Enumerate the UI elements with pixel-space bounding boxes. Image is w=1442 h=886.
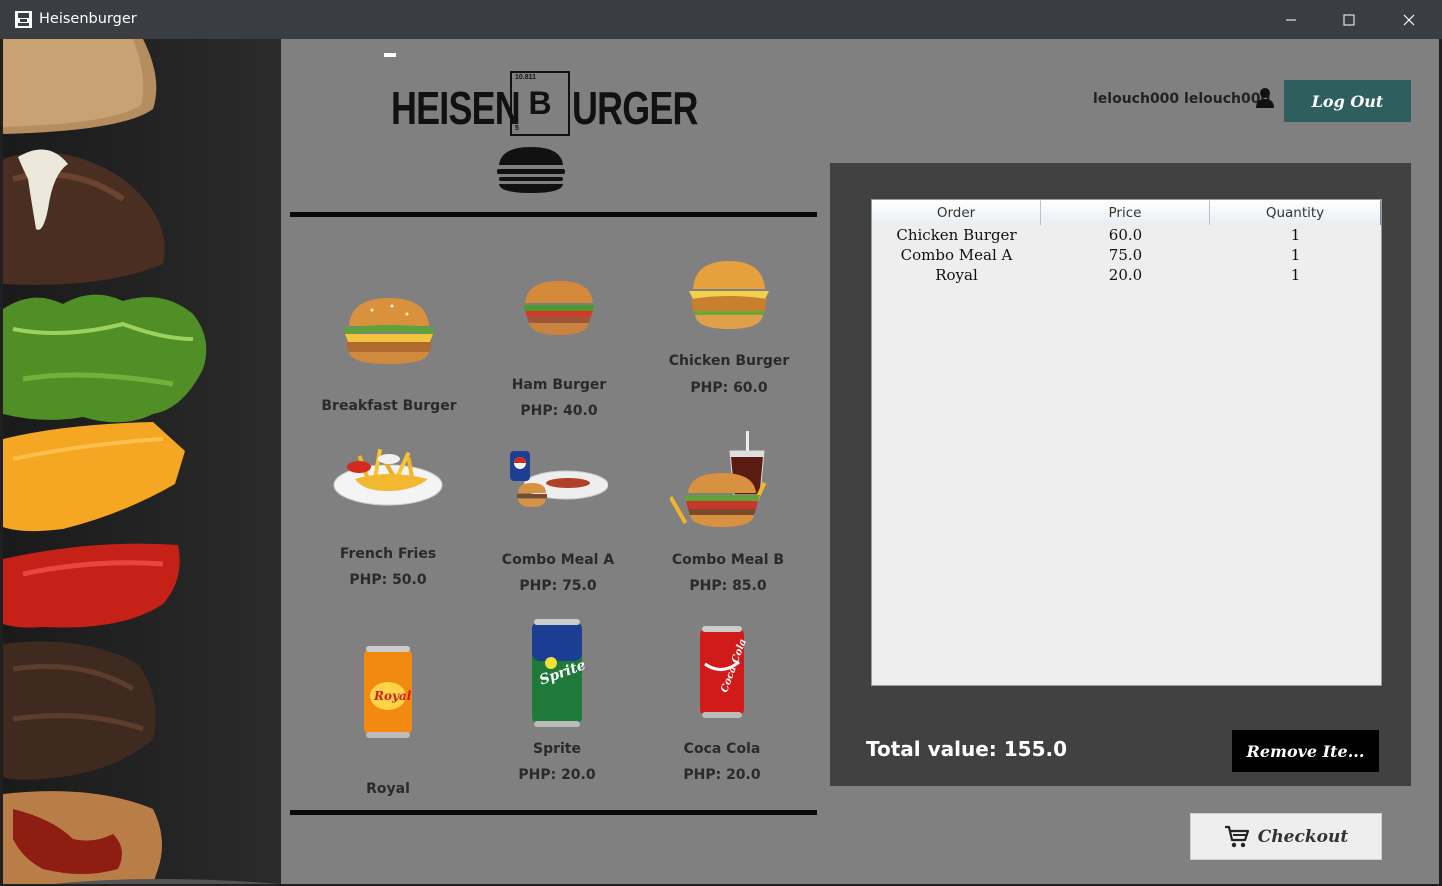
- cell-quantity: 1: [1290, 266, 1301, 284]
- maximize-icon: [1343, 14, 1355, 25]
- app-icon: [15, 11, 32, 28]
- logo-dash: [384, 53, 396, 57]
- order-table-header: Order Price Quantity: [872, 200, 1381, 225]
- chicken-burger-image: [689, 261, 769, 329]
- cell-quantity: 1: [1290, 226, 1301, 244]
- coca-cola-can-image: Coca-Cola: [700, 626, 747, 718]
- burger-icon: [497, 147, 565, 193]
- svg-text:Royal: Royal: [373, 689, 412, 703]
- ham-burger-image: [523, 281, 595, 335]
- cell-quantity: 1: [1290, 246, 1301, 264]
- menu-item-name: Coca Cola: [683, 741, 761, 757]
- logo-box-letter: B: [528, 85, 552, 121]
- logo-box-number: 10.811: [515, 74, 537, 81]
- checkout-button[interactable]: Checkout: [1190, 813, 1382, 860]
- title-bar: Heisenburger: [0, 0, 1442, 39]
- cell-order: Combo Meal A: [900, 246, 1013, 264]
- logo-text-left: HEISEN: [391, 82, 521, 134]
- total-value-label: Total value: 155.0: [866, 737, 1068, 761]
- menu-top-divider: [290, 212, 817, 217]
- minimize-button[interactable]: [1262, 0, 1320, 39]
- maximize-button[interactable]: [1320, 0, 1378, 39]
- logo-box-sub: 5: [515, 125, 519, 132]
- username-label: lelouch000 lelouch000: [1093, 91, 1271, 107]
- cell-order: Royal: [935, 266, 978, 284]
- order-table[interactable]: Order Price Quantity Chicken Burger 60.0…: [871, 199, 1382, 686]
- logo-element-box: 10.811 B 5: [510, 71, 570, 136]
- menu-item-name: Chicken Burger: [668, 353, 790, 369]
- user-icon: [1256, 88, 1274, 108]
- french-fries-image: [333, 448, 443, 506]
- burger-ingredients-image: [3, 39, 281, 884]
- minimize-icon: [1286, 19, 1296, 20]
- order-panel: Order Price Quantity Chicken Burger 60.0…: [830, 163, 1411, 786]
- breakfast-burger-image: [343, 298, 435, 364]
- table-row[interactable]: Chicken Burger 60.0 1: [872, 226, 1381, 246]
- cell-price: 75.0: [1108, 246, 1143, 264]
- menu-bottom-divider: [290, 810, 817, 815]
- window-title: Heisenburger: [39, 11, 137, 27]
- cell-price: 20.0: [1108, 266, 1143, 284]
- menu-item-price: PHP: 60.0: [690, 380, 768, 396]
- table-row[interactable]: Combo Meal A 75.0 1: [872, 246, 1381, 266]
- sprite-can-image: Sprite: [532, 619, 585, 727]
- column-header-price[interactable]: Price: [1041, 200, 1210, 225]
- remove-item-button[interactable]: Remove Ite...: [1232, 730, 1379, 772]
- main-panel: HEISEN 10.811 B 5 URGER lelouch000 lelou…: [281, 39, 1439, 884]
- table-row[interactable]: Royal 20.0 1: [872, 266, 1381, 286]
- cell-price: 60.0: [1108, 226, 1143, 244]
- cart-icon: [1224, 825, 1249, 847]
- column-header-quantity[interactable]: Quantity: [1210, 200, 1381, 225]
- combo-meal-a-image: [510, 451, 608, 507]
- menu-item-price: PHP: 85.0: [689, 578, 767, 594]
- royal-can-image: Royal: [364, 646, 412, 738]
- order-table-body: Chicken Burger 60.0 1 Combo Meal A 75.0 …: [872, 226, 1381, 286]
- close-button[interactable]: [1380, 0, 1438, 39]
- menu-item-price: PHP: 40.0: [520, 403, 598, 419]
- logout-button[interactable]: Log Out: [1284, 80, 1411, 122]
- combo-meal-b-image: [670, 431, 767, 527]
- menu-item-name: Royal: [366, 781, 410, 797]
- menu-item-price: PHP: 20.0: [683, 767, 761, 783]
- checkout-label: Checkout: [1257, 826, 1349, 847]
- heisenburger-logo: HEISEN 10.811 B 5 URGER: [384, 53, 698, 193]
- close-icon: [1403, 14, 1415, 25]
- logo-text-right: URGER: [572, 82, 698, 134]
- column-header-order[interactable]: Order: [872, 200, 1041, 225]
- menu-item-name: Combo Meal B: [671, 552, 785, 568]
- cell-order: Chicken Burger: [896, 226, 1017, 244]
